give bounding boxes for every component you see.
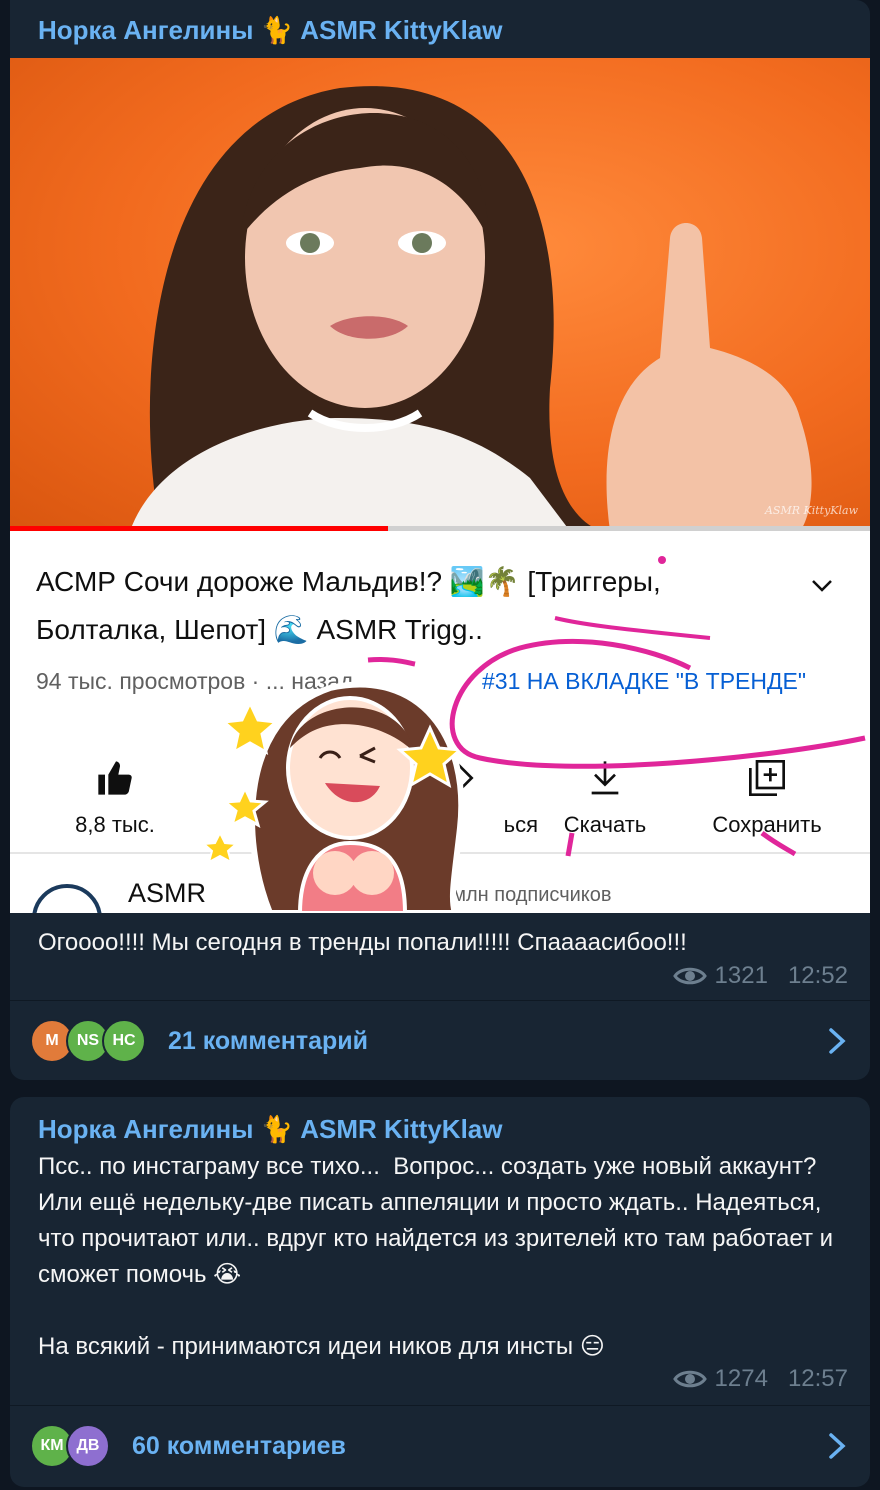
post-photo[interactable]: ASMR KittyKlaw АСМР Сочи дороже Мальдив!… xyxy=(10,58,870,913)
view-count: 1321 xyxy=(714,962,768,989)
message-text: Псс.. по инстаграму все тихо... Вопрос..… xyxy=(38,1153,834,1360)
channel-name-text[interactable]: Норка Ангелины 🐈 ASMR KittyKlaw xyxy=(38,0,502,61)
message-meta: 1274 12:57 xyxy=(672,1365,848,1393)
save-label: Сохранить xyxy=(712,812,822,837)
comments-button[interactable]: M NS НС 21 комментарий xyxy=(10,1001,870,1080)
message-time: 12:57 xyxy=(787,1365,848,1392)
video-channel-name[interactable]: ASMR xyxy=(128,878,206,909)
video-progress-remaining[interactable] xyxy=(388,526,870,531)
video-progress-played[interactable] xyxy=(10,526,388,531)
video-frame-art xyxy=(130,86,812,532)
like-button[interactable]: 8,8 тыс. xyxy=(30,738,200,838)
commenter-avatars: КМ ДВ xyxy=(30,1424,110,1468)
channel-post: Норка Ангелины 🐈 ASMR KittyKlaw Псс.. по… xyxy=(10,1097,870,1487)
trending-badge[interactable]: #31 НА ВКЛАДКЕ "В ТРЕНДЕ" xyxy=(482,668,806,695)
avatar[interactable] xyxy=(32,884,102,913)
chevron-right-icon[interactable] xyxy=(828,1027,846,1055)
video-title: АСМР Сочи дороже Мальдив!? 🏞️🌴 [Триггеры… xyxy=(36,566,661,645)
eye-icon xyxy=(672,1370,707,1388)
video-frame: ASMR KittyKlaw xyxy=(10,58,870,532)
like-count: 8,8 тыс. xyxy=(75,812,155,837)
save-button[interactable]: Сохранить xyxy=(682,738,852,838)
avatar: ДВ xyxy=(66,1424,110,1468)
message-text: Огоооо!!!! Мы сегодня в тренды попали!!!… xyxy=(38,929,687,956)
thumbs-up-icon xyxy=(98,761,132,795)
download-label: Скачать xyxy=(563,812,647,837)
channel-post: Норка Ангелины 🐈 ASMR KittyKlaw ASMR Kit… xyxy=(10,0,870,1080)
channel-name[interactable]: Норка Ангелины 🐈 ASMR KittyKlaw xyxy=(10,0,870,60)
chevron-down-icon[interactable] xyxy=(810,574,834,598)
comments-button[interactable]: КМ ДВ 60 комментариев xyxy=(10,1406,870,1486)
view-count: 1274 xyxy=(714,1365,768,1392)
message-meta: 1321 12:52 xyxy=(672,962,848,990)
anime-girl-sticker xyxy=(201,681,465,913)
message-time: 12:52 xyxy=(787,962,848,989)
chevron-right-icon[interactable] xyxy=(828,1432,846,1460)
download-icon xyxy=(591,761,619,795)
comments-count-label[interactable]: 21 комментарий xyxy=(168,1027,368,1056)
comments-count-label[interactable]: 60 комментариев xyxy=(132,1432,346,1461)
download-button[interactable]: Скачать xyxy=(520,738,690,838)
eye-icon xyxy=(672,967,707,985)
commenter-avatars: M NS НС xyxy=(30,1019,146,1063)
video-watermark: ASMR KittyKlaw xyxy=(764,504,858,517)
avatar: НС xyxy=(102,1019,146,1063)
save-to-playlist-icon xyxy=(749,760,785,796)
